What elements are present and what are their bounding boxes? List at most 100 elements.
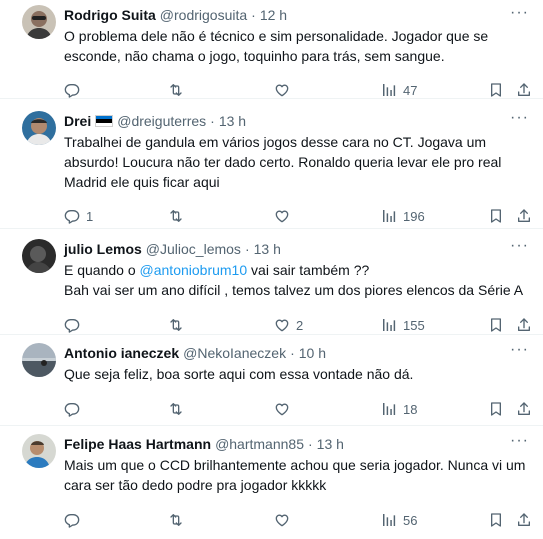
like-icon xyxy=(274,317,290,333)
retweet-icon xyxy=(168,82,184,98)
retweet-button[interactable] xyxy=(168,79,190,101)
reply-icon xyxy=(64,401,80,417)
share-button[interactable] xyxy=(516,314,532,336)
user-handle[interactable]: @dreiguterres xyxy=(117,113,206,129)
like-button[interactable] xyxy=(274,398,296,420)
bookmark-icon xyxy=(488,208,504,224)
view-count: 196 xyxy=(403,208,425,224)
views-button[interactable]: 56 xyxy=(381,509,417,531)
action-bar: 1 196 xyxy=(64,205,529,227)
view-count: 18 xyxy=(403,401,418,417)
retweet-button[interactable] xyxy=(168,509,190,531)
reply-tweet[interactable]: Felipe Haas Hartmann @hartmann85 · 13 h … xyxy=(0,426,543,538)
tweet-text: Trabalhei de gandula em vários jogos des… xyxy=(64,134,502,190)
views-button[interactable]: 196 xyxy=(381,205,425,227)
reply-tweet[interactable]: Drei @dreiguterres · 13 h ··· Trabalhei … xyxy=(0,99,543,229)
reply-button[interactable]: 1 xyxy=(64,205,93,227)
share-button[interactable] xyxy=(516,509,532,531)
more-icon[interactable]: ··· xyxy=(510,238,529,254)
like-button[interactable]: 2 xyxy=(274,314,303,336)
avatar[interactable] xyxy=(22,434,56,468)
timestamp[interactable]: 12 h xyxy=(260,7,287,23)
more-icon[interactable]: ··· xyxy=(510,433,529,449)
bookmark-icon xyxy=(488,512,504,528)
user-handle[interactable]: @hartmann85 xyxy=(215,436,304,452)
bookmark-button[interactable] xyxy=(488,509,504,531)
retweet-button[interactable] xyxy=(168,205,190,227)
like-icon xyxy=(274,208,290,224)
reply-button[interactable] xyxy=(64,509,86,531)
reply-tweet[interactable]: Rodrigo Suita @rodrigosuita · 12 h ··· O… xyxy=(0,0,543,99)
views-button[interactable]: 155 xyxy=(381,314,425,336)
timestamp[interactable]: 13 h xyxy=(254,241,281,257)
share-icon xyxy=(516,401,532,417)
bookmark-button[interactable] xyxy=(488,314,504,336)
like-icon xyxy=(274,401,290,417)
avatar[interactable] xyxy=(22,5,56,39)
display-name[interactable]: julio Lemos xyxy=(64,241,142,257)
action-bar: 18 xyxy=(64,398,529,420)
more-icon[interactable]: ··· xyxy=(510,342,529,358)
reply-tweet[interactable]: julio Lemos @Julioc_lemos · 13 h ··· E q… xyxy=(0,229,543,335)
retweet-icon xyxy=(168,208,184,224)
timestamp[interactable]: 13 h xyxy=(317,436,344,452)
bookmark-button[interactable] xyxy=(488,398,504,420)
view-count: 47 xyxy=(403,82,418,98)
reply-button[interactable] xyxy=(64,314,86,336)
separator-dot: · xyxy=(244,241,250,257)
display-name[interactable]: Rodrigo Suita xyxy=(64,7,156,23)
action-bar: 56 xyxy=(64,509,529,531)
share-button[interactable] xyxy=(516,398,532,420)
share-button[interactable] xyxy=(516,205,532,227)
timestamp[interactable]: 13 h xyxy=(219,113,246,129)
estonia-flag-icon xyxy=(95,115,114,127)
tweet-header: Felipe Haas Hartmann @hartmann85 · 13 h xyxy=(64,434,529,454)
tweet-header: julio Lemos @Julioc_lemos · 13 h xyxy=(64,239,529,259)
like-button[interactable] xyxy=(274,79,296,101)
retweet-button[interactable] xyxy=(168,398,190,420)
like-button[interactable] xyxy=(274,509,296,531)
display-name[interactable]: Antonio ianeczek xyxy=(64,345,179,361)
retweet-icon xyxy=(168,401,184,417)
reply-button[interactable] xyxy=(64,398,86,420)
views-button[interactable]: 18 xyxy=(381,398,417,420)
tweet-text: O problema dele não é técnico e sim pers… xyxy=(64,28,489,64)
user-handle[interactable]: @rodrigosuita xyxy=(160,7,247,23)
share-icon xyxy=(516,317,532,333)
avatar[interactable] xyxy=(22,343,56,377)
display-name[interactable]: Felipe Haas Hartmann xyxy=(64,436,211,452)
action-bar: 47 xyxy=(64,79,529,101)
bookmark-icon xyxy=(488,401,504,417)
retweet-icon xyxy=(168,317,184,333)
retweet-icon xyxy=(168,512,184,528)
retweet-button[interactable] xyxy=(168,314,190,336)
views-icon xyxy=(381,82,397,98)
view-count: 56 xyxy=(403,512,418,528)
avatar[interactable] xyxy=(22,111,56,145)
user-handle[interactable]: @NekoIaneczek xyxy=(183,345,286,361)
separator-dot: · xyxy=(210,113,215,129)
bookmark-button[interactable] xyxy=(488,205,504,227)
timestamp[interactable]: 10 h xyxy=(299,345,326,361)
share-icon xyxy=(516,82,532,98)
mention-link[interactable]: @antoniobrum10 xyxy=(140,262,248,278)
separator-dot: · xyxy=(290,345,295,361)
reply-button[interactable] xyxy=(64,79,86,101)
user-handle[interactable]: @Julioc_lemos xyxy=(146,241,241,257)
more-icon[interactable]: ··· xyxy=(510,5,529,21)
reply-icon xyxy=(64,317,80,333)
tweet-text: Mais um que o CCD brilhantemente achou q… xyxy=(64,457,526,493)
bookmark-button[interactable] xyxy=(488,79,504,101)
more-icon[interactable]: ··· xyxy=(510,110,529,126)
reply-tweet[interactable]: Antonio ianeczek @NekoIaneczek · 10 h ··… xyxy=(0,335,543,426)
tweet-text: Que seja feliz, boa sorte aqui com essa … xyxy=(64,366,414,382)
tweet-header: Rodrigo Suita @rodrigosuita · 12 h xyxy=(64,5,529,25)
views-icon xyxy=(381,317,397,333)
like-button[interactable] xyxy=(274,205,296,227)
separator-dot: · xyxy=(251,7,256,23)
views-icon xyxy=(381,512,397,528)
avatar[interactable] xyxy=(22,239,56,273)
share-button[interactable] xyxy=(516,79,532,101)
views-button[interactable]: 47 xyxy=(381,79,417,101)
display-name[interactable]: Drei xyxy=(64,113,91,129)
